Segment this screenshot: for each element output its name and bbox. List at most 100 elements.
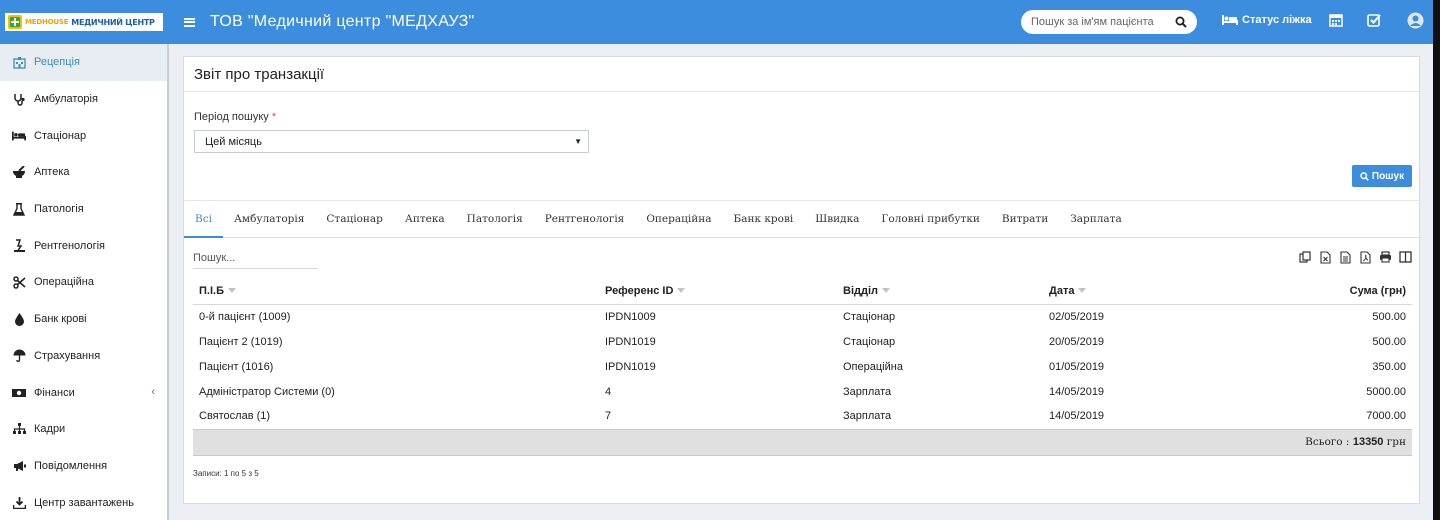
sidebar-item[interactable]: Рентгенологія	[0, 227, 167, 264]
table-cell: 02/05/2019	[1049, 310, 1105, 323]
copy-icon[interactable]	[1298, 250, 1312, 264]
app-title: ТОВ "Медичний центр "МЕДХАУЗ"	[210, 13, 475, 30]
table-row[interactable]: Пацієнт (1016) IPDN1019 Операційна 01/05/20…	[193, 354, 1412, 379]
logo-brand-text: MEDHOUSE	[25, 18, 69, 26]
tab[interactable]: Головні прибутки	[870, 201, 990, 237]
column-header-name[interactable]: П.І.Б	[193, 278, 599, 305]
user-avatar-icon[interactable]	[1407, 12, 1424, 29]
menu-toggle-icon[interactable]	[184, 17, 195, 27]
sidebar-item[interactable]: Операційна	[0, 264, 167, 301]
sidebar-item-label: Страхування	[34, 349, 101, 362]
tab[interactable]: Витрати	[991, 201, 1059, 237]
table-cell: Пацієнт (1016)	[199, 360, 274, 373]
column-header-department[interactable]: Відділ	[837, 278, 1043, 305]
table-row[interactable]: 0-й пацієнт (1009) IPDN1009 Стаціонар 02/05…	[193, 304, 1412, 329]
logo-name-text: МЕДИЧНИЙ ЦЕНТР	[71, 17, 155, 27]
sidebar-item[interactable]: Банк крові	[0, 301, 167, 338]
umbrella-icon	[12, 349, 26, 363]
column-header-label: Сума (грн)	[1349, 284, 1406, 297]
sidebar-item[interactable]: Повідомлення	[0, 448, 167, 485]
table-search-input[interactable]	[193, 248, 318, 269]
tab[interactable]: Операційна	[635, 201, 722, 237]
column-header-date[interactable]: Дата	[1043, 278, 1243, 305]
sidebar-item[interactable]: Стаціонар	[0, 117, 167, 154]
task-check-icon[interactable]	[1367, 13, 1382, 27]
patient-search	[1021, 10, 1197, 34]
table-row[interactable]: Пацієнт 2 (1019) IPDN1019 Стаціонар 20/05/2…	[193, 329, 1412, 354]
table-row[interactable]: Адміністратор Системи (0) 4 Зарплата 14/05/…	[193, 379, 1412, 404]
search-icon[interactable]	[1175, 16, 1187, 28]
table-header-row: П.І.Б Референс ID Відділ Дата Сума (грн)	[193, 278, 1412, 305]
total-row: Всього : 13350 грн	[193, 428, 1412, 456]
sidebar-item[interactable]: Центр завантажень	[0, 484, 167, 520]
table-cell: IPDN1019	[605, 335, 656, 348]
calendar-icon[interactable]	[1329, 13, 1343, 27]
total-value: 13350	[1352, 436, 1384, 448]
table-cell: Стаціонар	[843, 310, 896, 323]
excel-icon[interactable]	[1318, 250, 1332, 264]
tab[interactable]: Зарплата	[1059, 201, 1133, 237]
table-cell: 7000.00	[1366, 410, 1406, 423]
sidebar-item[interactable]: Патологія	[0, 191, 167, 228]
bed-status-label: Статус ліжка	[1242, 14, 1312, 26]
sort-icon	[677, 288, 686, 294]
search-button[interactable]: Пошук	[1352, 165, 1412, 187]
bed-icon	[1222, 15, 1238, 25]
tab[interactable]: Патологія	[456, 201, 534, 237]
sidebar-item[interactable]: Рецепція	[0, 44, 167, 81]
tab[interactable]: Амбулаторія	[223, 201, 315, 237]
total-unit: грн	[1386, 436, 1406, 448]
sidebar-item[interactable]: Аптека	[0, 154, 167, 191]
total-cell: Всього : 13350 грн	[193, 428, 1412, 456]
column-header-reference-id[interactable]: Референс ID	[599, 278, 837, 305]
sidebar-item[interactable]: Кадри	[0, 411, 167, 448]
sidebar-item[interactable]: Амбулаторія	[0, 81, 167, 118]
sidebar-item[interactable]: Фінанси ‹	[0, 374, 167, 411]
mortar-pestle-icon	[12, 165, 26, 179]
sort-icon	[1078, 288, 1087, 294]
patient-search-input[interactable]	[1031, 16, 1171, 28]
print-icon[interactable]	[1378, 250, 1392, 264]
required-mark: *	[271, 111, 277, 123]
period-label: Період пошуку *	[194, 111, 276, 123]
tab[interactable]: Рентгенологія	[534, 201, 636, 237]
csv-icon[interactable]	[1338, 250, 1352, 264]
table-cell: 0-й пацієнт (1009)	[199, 310, 291, 323]
column-header-label: П.І.Б	[199, 284, 224, 297]
sidebar-item-label: Фінанси	[34, 386, 75, 399]
tab[interactable]: Аптека	[394, 201, 456, 237]
hospital-icon	[12, 55, 26, 69]
export-toolbar	[1298, 250, 1412, 264]
records-info: Записи: 1 по 5 з 5	[193, 469, 259, 478]
xray-icon	[12, 239, 26, 253]
logo[interactable]: MEDHOUSE МЕДИЧНИЙ ЦЕНТР	[0, 0, 168, 44]
medical-cross-icon	[8, 15, 22, 29]
period-label-text: Період пошуку	[194, 111, 269, 123]
column-header-amount[interactable]: Сума (грн)	[1243, 278, 1412, 305]
sidebar-scrollbar[interactable]	[167, 44, 169, 520]
tab[interactable]: Швидка	[804, 201, 870, 237]
department-tabs: Всі Амбулаторія Стаціонар Аптека Патологія Ре…	[184, 200, 1419, 238]
sidebar: Рецепція Амбулаторія Стаціонар Аптека Патоло…	[0, 44, 167, 520]
tab[interactable]: Банк крові	[722, 201, 804, 237]
table-row[interactable]: Святослав (1) 7 Зарплата 14/05/2019 7000.00	[193, 404, 1412, 429]
chevron-down-icon: ▼	[574, 137, 582, 146]
table-cell: IPDN1019	[605, 360, 656, 373]
table-cell: Пацієнт 2 (1019)	[199, 335, 283, 348]
pdf-icon[interactable]	[1358, 250, 1372, 264]
total-label: Всього :	[1305, 436, 1350, 448]
table-cell: 350.00	[1372, 360, 1406, 373]
table-cell: Зарплата	[843, 385, 892, 398]
flask-icon	[12, 202, 26, 216]
chevron-left-icon: ‹	[151, 386, 155, 399]
tab[interactable]: Стаціонар	[315, 201, 394, 237]
period-select[interactable]: Цей місяць ▼	[194, 130, 589, 153]
bed-status-button[interactable]: Статус ліжка	[1222, 14, 1312, 26]
sidebar-item-label: Центр завантажень	[34, 496, 134, 509]
logo-badge: MEDHOUSE МЕДИЧНИЙ ЦЕНТР	[5, 13, 163, 31]
sidebar-item-label: Рецепція	[34, 56, 80, 69]
tab[interactable]: Всі	[184, 201, 223, 238]
sidebar-item[interactable]: Страхування	[0, 338, 167, 375]
sidebar-item-label: Стаціонар	[34, 129, 87, 142]
columns-icon[interactable]	[1398, 250, 1412, 264]
